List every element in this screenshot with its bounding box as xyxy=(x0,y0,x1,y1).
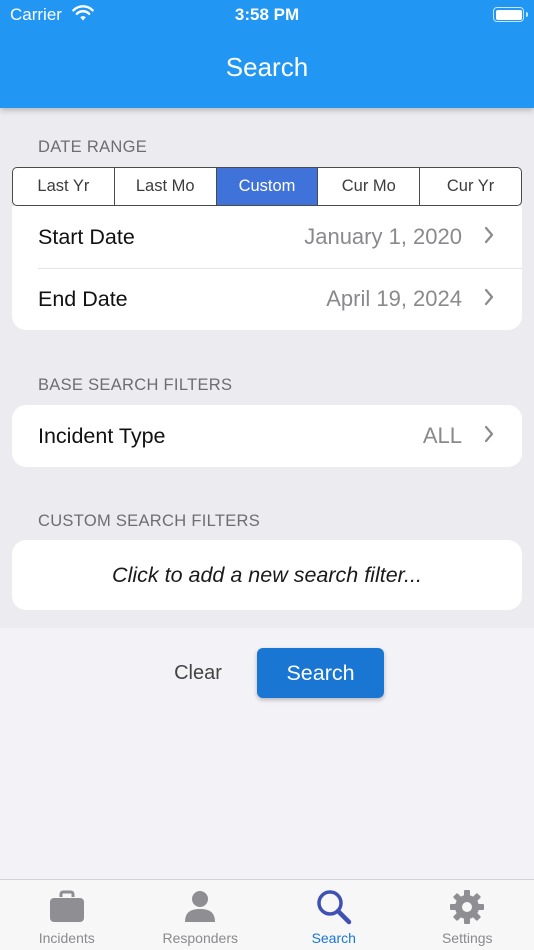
tab-settings-label: Settings xyxy=(441,930,493,946)
base-filters-header: BASE SEARCH FILTERS xyxy=(38,376,233,394)
tab-bar: Incidents Responders Search Settings xyxy=(0,879,534,950)
page-title: Search xyxy=(225,52,309,82)
briefcase-icon xyxy=(48,888,86,926)
start-date-row[interactable]: Start Date January 1, 2020 xyxy=(12,206,522,268)
end-date-row[interactable]: End Date April 19, 2024 xyxy=(12,268,522,330)
chevron-right-icon xyxy=(484,425,494,448)
incident-type-row[interactable]: Incident Type ALL xyxy=(12,405,522,467)
add-search-filter-button[interactable]: Click to add a new search filter... xyxy=(12,540,522,610)
segment-last-mo[interactable]: Last Mo xyxy=(115,168,217,205)
clear-button[interactable]: Clear xyxy=(158,650,238,696)
person-icon xyxy=(183,888,217,926)
magnifier-icon xyxy=(316,888,352,926)
status-time: 3:58 PM xyxy=(234,5,300,24)
segment-cur-mo[interactable]: Cur Mo xyxy=(318,168,421,205)
chevron-right-icon xyxy=(484,226,494,249)
segment-last-yr[interactable]: Last Yr xyxy=(13,168,115,205)
nav-header: Carrier 3:58 PM Search xyxy=(0,0,534,108)
end-date-label: End Date xyxy=(38,286,128,311)
battery-icon xyxy=(493,7,528,22)
date-range-header: DATE RANGE xyxy=(38,138,148,156)
search-form: DATE RANGE Last Yr Last Mo Custom Cur Mo… xyxy=(0,108,534,628)
search-button[interactable]: Search xyxy=(257,648,384,698)
tab-search[interactable]: Search xyxy=(267,880,401,950)
tab-incidents-label: Incidents xyxy=(38,930,95,946)
segment-custom[interactable]: Custom xyxy=(216,168,319,205)
tab-search-label: Search xyxy=(311,930,356,946)
tab-responders-label: Responders xyxy=(162,930,239,946)
date-range-card: Start Date January 1, 2020 End Date Apri… xyxy=(12,206,522,330)
chevron-right-icon xyxy=(484,288,494,311)
custom-filters-header: CUSTOM SEARCH FILTERS xyxy=(38,512,261,530)
incident-type-label: Incident Type xyxy=(38,423,166,448)
tab-responders[interactable]: Responders xyxy=(134,880,268,950)
add-filter-hint: Click to add a new search filter... xyxy=(112,562,422,587)
segment-cur-yr[interactable]: Cur Yr xyxy=(420,168,521,205)
base-filters-card: Incident Type ALL xyxy=(12,405,522,467)
status-bar: Carrier 3:58 PM xyxy=(0,0,534,30)
tab-incidents[interactable]: Incidents xyxy=(0,880,134,950)
gear-icon xyxy=(449,888,485,926)
start-date-value: January 1, 2020 xyxy=(304,224,462,249)
incident-type-value: ALL xyxy=(422,423,462,448)
tab-settings[interactable]: Settings xyxy=(401,880,534,950)
date-range-segmented-control: Last Yr Last Mo Custom Cur Mo Cur Yr xyxy=(12,167,522,206)
end-date-value: April 19, 2024 xyxy=(326,286,462,311)
start-date-label: Start Date xyxy=(38,224,135,249)
